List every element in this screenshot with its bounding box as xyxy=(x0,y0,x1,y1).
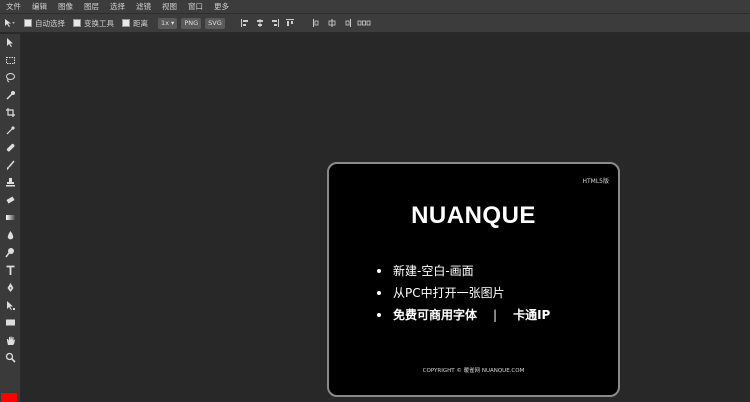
distance-label: 距离 xyxy=(133,18,148,28)
auto-select-label: 自动选择 xyxy=(35,18,65,28)
distribute-horizontal-icon[interactable] xyxy=(357,18,371,28)
distance-checkbox[interactable]: 距离 xyxy=(122,18,148,29)
transform-controls-label: 变换工具 xyxy=(84,18,114,28)
menu-edit[interactable]: 编辑 xyxy=(26,0,52,13)
stamp-icon[interactable] xyxy=(0,174,20,192)
menu-more[interactable]: 更多 xyxy=(208,0,234,13)
menu-filter[interactable]: 滤镜 xyxy=(130,0,156,13)
welcome-actions: 新建-空白-画面 从PC中打开一张图片 免费可商用字体 | 卡通IP xyxy=(377,260,550,326)
pen-icon[interactable] xyxy=(0,279,20,297)
menu-window[interactable]: 窗口 xyxy=(182,0,208,13)
list-item: 免费可商用字体 | 卡通IP xyxy=(377,304,550,326)
path-select-icon[interactable] xyxy=(0,297,20,315)
list-item: 从PC中打开一张图片 xyxy=(377,282,550,304)
version-badge: HTML5版 xyxy=(582,178,609,185)
dodge-icon[interactable] xyxy=(0,244,20,262)
align-top-icon[interactable] xyxy=(285,18,295,28)
brand-logo: NUANQUE xyxy=(411,202,536,229)
options-bar: 自动选择 变换工具 距离 1x ▾ PNG SVG xyxy=(0,13,750,33)
menu-select[interactable]: 选择 xyxy=(104,0,130,13)
export-png-button[interactable]: PNG xyxy=(181,17,202,29)
hand-icon[interactable] xyxy=(0,332,20,350)
export-svg-button[interactable]: SVG xyxy=(205,17,225,29)
free-fonts-link[interactable]: 免费可商用字体 xyxy=(393,304,477,326)
eyedropper-icon[interactable] xyxy=(0,122,20,140)
rectangle-icon[interactable] xyxy=(0,314,20,332)
menu-layer[interactable]: 图层 xyxy=(78,0,104,13)
zoom-icon[interactable] xyxy=(0,349,20,367)
auto-select-checkbox[interactable]: 自动选择 xyxy=(24,18,65,29)
brush-icon[interactable] xyxy=(0,157,20,175)
bullet-icon xyxy=(377,291,381,295)
quick-select-icon[interactable] xyxy=(0,87,20,105)
align-right-icon[interactable] xyxy=(270,18,280,28)
transform-controls-checkbox[interactable]: 变换工具 xyxy=(73,18,114,29)
menu-bar: 文件 编辑 图像 图层 选择 滤镜 视图 窗口 更多 xyxy=(0,0,750,13)
crop-icon[interactable] xyxy=(0,104,20,122)
align-center-icon[interactable] xyxy=(255,18,265,28)
blur-icon[interactable] xyxy=(0,227,20,245)
copyright-text: COPYRIGHT © 暖雀网 NUANQUE.COM xyxy=(422,368,525,374)
bullet-icon xyxy=(377,313,381,317)
zoom-dropdown[interactable]: 1x ▾ xyxy=(158,17,178,29)
cartoon-ip-link[interactable]: 卡通IP xyxy=(513,304,550,326)
menu-file[interactable]: 文件 xyxy=(0,0,26,13)
lasso-icon[interactable] xyxy=(0,69,20,87)
distribute-left-icon[interactable] xyxy=(312,18,322,28)
menu-view[interactable]: 视图 xyxy=(156,0,182,13)
type-icon[interactable] xyxy=(0,262,20,280)
align-left-icon[interactable] xyxy=(240,18,250,28)
marquee-icon[interactable] xyxy=(0,52,20,70)
move-icon[interactable] xyxy=(0,34,20,52)
foreground-color-swatch[interactable] xyxy=(1,393,17,402)
list-item: 新建-空白-画面 xyxy=(377,260,550,282)
distribute-right-icon[interactable] xyxy=(342,18,352,28)
tools-panel xyxy=(0,34,21,402)
healing-icon[interactable] xyxy=(0,139,20,157)
eraser-icon[interactable] xyxy=(0,192,20,210)
gradient-icon[interactable] xyxy=(0,209,20,227)
separator: | xyxy=(493,308,498,322)
new-blank-link[interactable]: 新建-空白-画面 xyxy=(393,260,474,282)
bullet-icon xyxy=(377,269,381,273)
open-from-pc-link[interactable]: 从PC中打开一张图片 xyxy=(393,282,505,304)
distribute-center-icon[interactable] xyxy=(327,18,337,28)
move-tool-icon[interactable] xyxy=(4,18,16,28)
welcome-dialog: HTML5版 NUANQUE 新建-空白-画面 从PC中打开一张图片 免费可商用… xyxy=(327,162,620,397)
menu-image[interactable]: 图像 xyxy=(52,0,78,13)
